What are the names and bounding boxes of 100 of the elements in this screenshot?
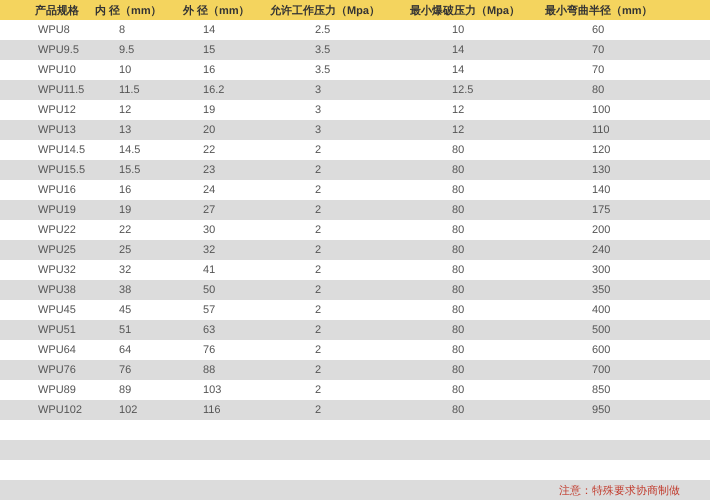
table-cell-text: 80	[451, 164, 464, 176]
table-cell-text: WPU14.5	[37, 144, 86, 156]
table-cell-text: 175	[591, 204, 610, 216]
table-cell-text: 80	[451, 244, 464, 256]
table-cell-text: 12	[118, 104, 132, 116]
table-cell-text: 120	[591, 144, 610, 156]
table-cell-text: 500	[591, 324, 610, 336]
table-cell-text: 16	[202, 64, 216, 76]
table-cell-text: WPU9.5	[37, 44, 79, 56]
table-cell-text: 80	[451, 384, 464, 396]
table-cell-text: 16	[118, 184, 132, 196]
table-cell-text: 110	[591, 124, 610, 136]
table-cell-text: 38	[118, 284, 132, 296]
table-cell-text: 130	[591, 164, 610, 176]
table-cell-text: 102	[118, 404, 138, 416]
table-cell-text: 9.5	[118, 44, 134, 56]
table-cell-text: 80	[451, 144, 464, 156]
table-cell-text: 24	[202, 184, 216, 196]
table-cell-text: 2	[314, 404, 322, 416]
table-cell-text: 70	[591, 64, 604, 76]
table-cell-text: WPU89	[37, 384, 76, 396]
table-cell-text: 50	[202, 284, 216, 296]
table-cell-text: 19	[202, 104, 216, 116]
table-cell-text: 14	[451, 64, 464, 76]
table-cell-text: 64	[118, 344, 132, 356]
table-cell-text: WPU19	[37, 204, 76, 216]
table-cell-text: 76	[118, 364, 132, 376]
table-cell-text: 2	[314, 324, 322, 336]
table-cell-text: 12.5	[451, 84, 474, 96]
table-cell-text: 14.5	[118, 144, 140, 156]
table-cell-text: 3.5	[314, 64, 330, 76]
table-cell-text: 80	[451, 284, 464, 296]
table-cell-text: 80	[451, 304, 464, 316]
table-cell-text: 22	[202, 144, 216, 156]
table-cell-text: 88	[202, 364, 216, 376]
table-cell-text: 80	[451, 364, 464, 376]
table-cell-text: WPU15.5	[37, 164, 86, 176]
table-cell-text: 16.2	[202, 84, 224, 96]
table-cell-text: WPU64	[37, 344, 76, 356]
table-cell-text: 41	[202, 264, 216, 276]
table-cell-text: 27	[202, 204, 216, 216]
table-cell-text: WPU8	[37, 24, 70, 36]
table-cell-text: 3	[314, 84, 322, 96]
table-cell-text: 8	[118, 24, 126, 36]
table-cell-text: 2	[314, 244, 322, 256]
table-cell-text: WPU12	[37, 104, 76, 116]
table-cell-text: 2	[314, 184, 322, 196]
table-cell-text: 200	[591, 224, 610, 236]
table-cell-text: 80	[451, 344, 464, 356]
table-cell-text: 12	[451, 124, 464, 136]
table-cell-text: 2	[314, 164, 322, 176]
table-cell-text: 3	[314, 104, 322, 116]
table-cell-text: WPU45	[37, 304, 76, 316]
table-cell-text: WPU102	[37, 404, 82, 416]
table-cell-text: 89	[118, 384, 132, 396]
table-cell-text: 32	[202, 244, 216, 256]
table-cell-text: 700	[591, 364, 610, 376]
table-cell-text: 100	[591, 104, 610, 116]
table-cell-text: 57	[202, 304, 216, 316]
table-cell-text: 30	[202, 224, 216, 236]
table-cell-text: 15.5	[118, 164, 140, 176]
table-cell-text: WPU13	[37, 124, 76, 136]
table-cell-text: WPU51	[37, 324, 76, 336]
table-cell-text: 350	[591, 284, 610, 296]
column-header: 产品规格	[35, 4, 80, 18]
table-cell-text: 19	[118, 204, 132, 216]
table-cell-text: 2	[314, 224, 322, 236]
table-cell-text: 80	[451, 404, 464, 416]
table-cell-text: 850	[591, 384, 610, 396]
table-cell-text: 240	[591, 244, 610, 256]
table-cell-text: 76	[202, 344, 216, 356]
table-cell-text: 80	[451, 204, 464, 216]
table-cell-text: 10	[451, 24, 464, 36]
table-cell-text: 80	[591, 84, 604, 96]
table-cell-text: 22	[118, 224, 132, 236]
table-cell-text: 80	[451, 184, 464, 196]
table-cell-text: 13	[118, 124, 132, 136]
table-cell-text: 60	[591, 24, 604, 36]
table-cell-text: 20	[202, 124, 216, 136]
table-cell-text: 3	[314, 124, 322, 136]
table-cell-text: WPU76	[37, 364, 76, 376]
table-cell-text: 600	[591, 344, 610, 356]
table-cell-text: WPU32	[37, 264, 76, 276]
table-cell-text: WPU38	[37, 284, 76, 296]
table-cell-text: 51	[118, 324, 132, 336]
table-cell-text: 14	[451, 44, 464, 56]
table-cell-text: 116	[202, 404, 221, 416]
column-header: 内 径（mm）	[95, 4, 163, 18]
column-header: 外 径（mm）	[183, 4, 251, 18]
table-cell-text: 2.5	[314, 24, 330, 36]
note-text: 注意：特殊要求协商制做	[559, 484, 680, 498]
table-cell-text: 2	[314, 384, 322, 396]
table-cell-text: 14	[202, 24, 216, 36]
table-cell-text: 300	[591, 264, 610, 276]
table-cell-text: 140	[591, 184, 610, 196]
table-cell-text: 2	[314, 304, 322, 316]
column-header: 最小弯曲半径（mm）	[545, 4, 654, 18]
table-cell-text: 70	[591, 44, 604, 56]
table-cell-text: 25	[118, 244, 132, 256]
table-cell-text: 2	[314, 344, 322, 356]
